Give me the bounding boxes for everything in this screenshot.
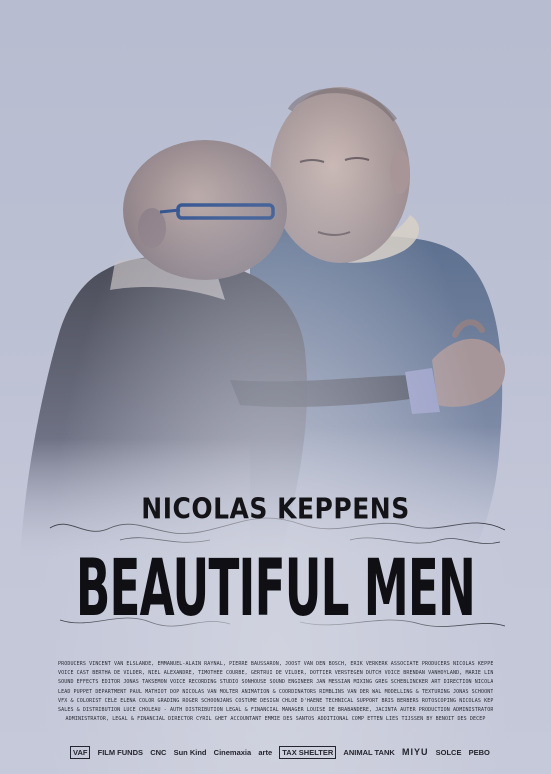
- logo-vaf: VAF: [70, 745, 91, 759]
- logo-cinemaxia: Cinemaxia: [213, 747, 252, 757]
- logo-solce: SOLCE: [435, 747, 462, 757]
- director-name: NICOLAS KEPPENS: [141, 491, 410, 526]
- film-title: BEAUTIFUL MEN: [75, 542, 476, 634]
- logo-sun-kind: Sun Kind: [173, 747, 207, 757]
- billing-block: producers VINCENT VAN ELSLANDE, EMMANUEL…: [58, 660, 493, 724]
- logo-arte: arte: [258, 747, 273, 757]
- credit-line: voice cast BERTHA DE VILDER, NIEL ALEXAN…: [58, 670, 493, 677]
- sponsor-logos: VAF FILM FUNDS CNC Sun Kind Cinemaxia ar…: [70, 744, 490, 760]
- logo-film-funds: FILM FUNDS: [97, 747, 144, 757]
- credit-line: producers VINCENT VAN ELSLANDE, EMMANUEL…: [58, 661, 493, 667]
- credit-line: lead puppet department PAUL MATHIOT dop …: [58, 688, 493, 695]
- logo-cnc: CNC: [150, 747, 167, 757]
- credit-line: sales & distribution LUCE CHOLEAU - AUTH…: [58, 707, 493, 714]
- credit-line: administrator, legal & financial directo…: [65, 716, 486, 723]
- logo-pebo: PEBO: [468, 747, 490, 757]
- logo-miyu: MIYU: [401, 747, 429, 757]
- credit-line: sound effects editor JONAS TAKSEMON voic…: [58, 679, 493, 686]
- movie-poster: NICOLAS KEPPENS BEAUTIFUL MEN producers …: [0, 0, 551, 774]
- logo-tax-shelter: TAX SHELTER: [279, 745, 337, 759]
- fog-overlay: [0, 0, 551, 774]
- credit-line: vfx & colorist CELE ELENA color grading …: [58, 697, 493, 704]
- logo-animal-tank: ANIMAL TANK: [343, 747, 395, 757]
